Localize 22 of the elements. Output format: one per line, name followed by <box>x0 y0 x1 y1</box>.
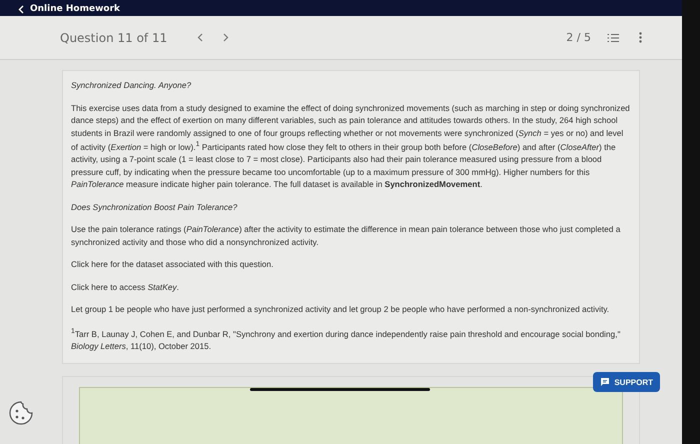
support-button[interactable]: SUPPORT <box>593 372 660 392</box>
subquestion-title: Does Synchronization Boost Pain Tolerance? <box>71 200 238 214</box>
link[interactable]: Click here <box>71 259 108 270</box>
home-indicator[interactable] <box>250 388 430 391</box>
link-sentence: Click here for the dataset associated with this question. <box>71 258 274 271</box>
chevron-right-icon <box>223 32 230 42</box>
groups-paragraph: Let group 1 be people who have just performed a synchronized activity and let group 2 be people who have performed a non-synchronized activity. <box>71 303 610 316</box>
intro-paragraph: This exercise uses data from a study designed to examine the effect of doing synchronized movements (such as marching in step or doing synchronized dance steps) and the effect of exertion on many different variables, such as pain tolerance and attitudes towards others. In the study, 264 high school students in Brazil were randomly assigned to one of four groups reflecting whether or not movements were synchronized (Synch = yes or no) and level of activity (Exertion = high or low).$^{1}$ Participants rated how close they felt to others in their group both before (CloseBefore) and after (CloseAfter) the activity, using a 7-point scale (1 = least close to 7 = most close). Participants also had their pain tolerance measured using pressure from a blood pressure cuff, by indicating when the pressure became too uncomfortable (up to a maximum pressure of 300 mmHg). Higher numbers for this PainTolerance measure indicate higher pain tolerance. The full dataset is available in SynchronizedMovement. <box>71 102 631 191</box>
question-title: Synchronized Dancing. Anyone? <box>71 79 192 92</box>
chevron-left-icon <box>197 32 204 42</box>
back-icon[interactable] <box>18 5 24 14</box>
question-counter: Question 11 of 11 <box>60 30 168 44</box>
cookie-icon[interactable] <box>8 400 34 426</box>
link-sentence: Click here to access StatKey. <box>71 280 180 294</box>
top-bar-title: Online Homework <box>30 4 120 14</box>
list-icon[interactable] <box>607 32 619 42</box>
task-paragraph: Use the pain tolerance ratings (PainTolerance) after the activity to estimate the difference in mean pain tolerance between those who just completed a synchronized activity and those who did a nonsynchronized activity. <box>71 223 622 248</box>
more-icon[interactable] <box>639 32 642 43</box>
chat-icon <box>600 377 610 387</box>
link[interactable]: Click here <box>71 282 108 292</box>
footnote: $^{1}$Tarr B, Launay J, Cohen E, and Dunbar R, "Synchrony and exertion during dance independently raise pain threshold and encourage social bonding," Biology Letters, 11(10), October 2015. <box>71 326 622 353</box>
progress-text: 2 / 5 <box>566 31 591 44</box>
